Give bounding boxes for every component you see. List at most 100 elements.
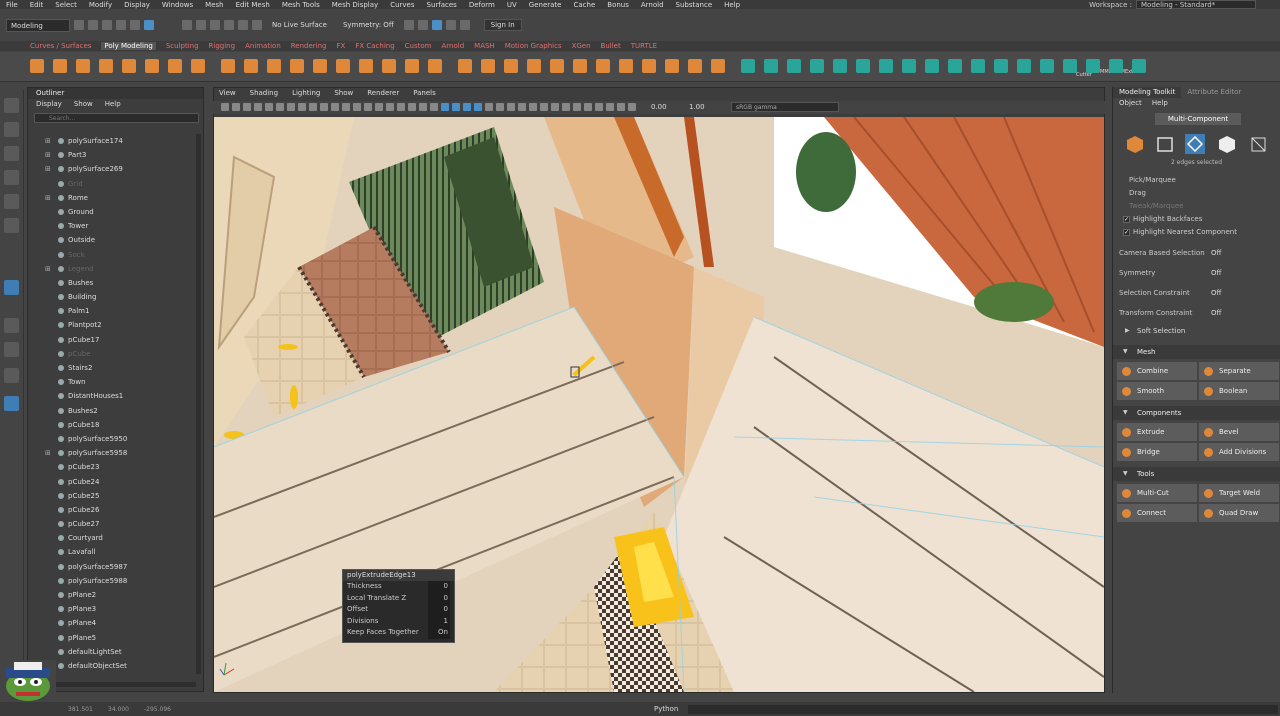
planar-icon[interactable]	[948, 59, 962, 73]
lasso-tool-icon[interactable]	[4, 122, 19, 137]
sign-in-button[interactable]: Sign In	[483, 19, 522, 31]
disc-icon[interactable]	[168, 59, 182, 73]
viewport-tool-icon[interactable]	[386, 103, 394, 111]
shelf-tab-fx-caching[interactable]: FX Caching	[355, 42, 394, 50]
viewport-menu-lighting[interactable]: Lighting	[292, 89, 320, 97]
outliner-menu-show[interactable]: Show	[74, 99, 93, 110]
platonic-icon[interactable]	[191, 59, 205, 73]
outliner-row[interactable]: Ground	[28, 205, 194, 219]
shelf-tab-turtle[interactable]: TURTLE	[631, 42, 657, 50]
option-value-dropdown[interactable]: Off	[1211, 263, 1221, 283]
quad-draw-button[interactable]: Quad Draw	[1199, 504, 1279, 522]
viewport-tool-icon[interactable]	[507, 103, 515, 111]
attr-row-keep-faces-together[interactable]: Keep Faces Together On	[343, 627, 454, 639]
viewport-tool-icon[interactable]	[562, 103, 570, 111]
outliner-row[interactable]: polySurface5987	[28, 560, 194, 574]
attr-value-field[interactable]: 1	[428, 615, 450, 627]
retopo-icon[interactable]	[596, 59, 610, 73]
viewport-tool-icon[interactable]	[551, 103, 559, 111]
viewport-tool-icon[interactable]	[408, 103, 416, 111]
viewport-tool-icon[interactable]	[463, 103, 471, 111]
uv-mode-icon[interactable]	[1249, 134, 1269, 154]
combine-button[interactable]: Combine	[1117, 362, 1197, 380]
gamma-value[interactable]: 1.00	[689, 103, 705, 111]
expand-plus-icon[interactable]: ⊞	[45, 191, 51, 205]
option-symmetry[interactable]: Symmetry Off	[1113, 263, 1280, 283]
append-icon[interactable]	[764, 59, 778, 73]
viewport-tool-icon[interactable]	[540, 103, 548, 111]
exposure-value[interactable]: 0.00	[651, 103, 667, 111]
outliner-row[interactable]: ⊞ polySurface174	[28, 134, 194, 148]
pipe-icon[interactable]	[267, 59, 281, 73]
unfold-icon[interactable]	[1086, 59, 1100, 73]
outliner-row[interactable]: pCube26	[28, 503, 194, 517]
attr-value-field[interactable]: 0	[428, 604, 450, 616]
gear-icon[interactable]	[313, 59, 327, 73]
object-mode-icon[interactable]	[1125, 134, 1145, 154]
type-icon[interactable]	[428, 59, 442, 73]
attr-row-divisions[interactable]: Divisions 1	[343, 615, 454, 627]
viewport-tool-icon[interactable]	[232, 103, 240, 111]
colorspace-dropdown[interactable]: sRGB gamma	[731, 102, 839, 112]
outliner-row[interactable]: pPlane3	[28, 602, 194, 616]
outliner-row[interactable]: Stairs2	[28, 361, 194, 375]
remesh-icon[interactable]	[573, 59, 587, 73]
mesh-section-header[interactable]: Mesh	[1113, 345, 1280, 359]
tweak-marquee-radio[interactable]: Tweak/Marquee	[1113, 200, 1280, 213]
redo-icon[interactable]	[130, 20, 140, 30]
option-value-dropdown[interactable]: Off	[1211, 243, 1221, 263]
super-shape-icon[interactable]	[359, 59, 373, 73]
cube-icon[interactable]	[53, 59, 67, 73]
svg-icon[interactable]	[382, 59, 396, 73]
outliner-row[interactable]: Tower	[28, 219, 194, 233]
rotate-tool-icon[interactable]	[4, 194, 19, 209]
viewport-tool-icon[interactable]	[584, 103, 592, 111]
shelf-tab-bullet[interactable]: Bullet	[601, 42, 621, 50]
connect-button[interactable]: Connect	[1117, 504, 1197, 522]
viewport-tool-icon[interactable]	[298, 103, 306, 111]
menu-uv[interactable]: UV	[507, 1, 517, 9]
four-view-layout-icon[interactable]	[4, 318, 19, 333]
soccer-icon[interactable]	[336, 59, 350, 73]
boolean-button[interactable]: Boolean	[1199, 382, 1279, 400]
smooth-button[interactable]: Smooth	[1117, 382, 1197, 400]
reduce-icon[interactable]	[550, 59, 564, 73]
menu-edit[interactable]: Edit	[30, 1, 44, 9]
outliner-row[interactable]: DistantHouses1	[28, 389, 194, 403]
menu-modify[interactable]: Modify	[89, 1, 112, 9]
viewport-menu-shading[interactable]: Shading	[250, 89, 278, 97]
sphere-icon[interactable]	[30, 59, 44, 73]
option-value-dropdown[interactable]: Off	[1211, 283, 1221, 303]
viewport-menu-panels[interactable]: Panels	[413, 89, 436, 97]
render-frame-icon[interactable]	[403, 20, 414, 30]
shelf-tab-rigging[interactable]: Rigging	[209, 42, 236, 50]
move-tool-icon[interactable]	[4, 170, 19, 185]
cut-uv-icon[interactable]	[1040, 59, 1054, 73]
new-scene-icon[interactable]	[74, 20, 84, 30]
pick-marquee-radio[interactable]: Pick/Marquee	[1113, 174, 1280, 187]
menu-select[interactable]: Select	[55, 1, 77, 9]
viewport-tool-icon[interactable]	[595, 103, 603, 111]
cylindrical-icon[interactable]	[971, 59, 985, 73]
menu-windows[interactable]: Windows	[162, 1, 193, 9]
quad-draw-icon[interactable]	[902, 59, 916, 73]
shelf-tab-xgen[interactable]: XGen	[572, 42, 591, 50]
drag-radio[interactable]: Drag	[1113, 187, 1280, 200]
menu-surfaces[interactable]: Surfaces	[427, 1, 457, 9]
snap-vertex-icon[interactable]	[252, 20, 262, 30]
outliner-row[interactable]: ⊞ Rome	[28, 191, 194, 205]
prism-icon[interactable]	[244, 59, 258, 73]
outliner-row[interactable]: pPlane5	[28, 631, 194, 645]
outliner-row[interactable]: Grid	[28, 177, 194, 191]
viewport-tool-icon[interactable]	[331, 103, 339, 111]
viewport-tool-icon[interactable]	[628, 103, 636, 111]
symmetrize-icon[interactable]	[1132, 59, 1146, 73]
multi-cut-button[interactable]: Multi-Cut	[1117, 484, 1197, 502]
shelf-tab-fx[interactable]: FX	[337, 42, 346, 50]
viewport-tool-icon[interactable]	[254, 103, 262, 111]
toolkit-menu-object[interactable]: Object	[1119, 98, 1142, 108]
snap-surface-icon[interactable]	[238, 20, 248, 30]
outliner-menu-help[interactable]: Help	[105, 99, 121, 110]
snap-view-icon[interactable]	[224, 20, 234, 30]
viewport-tool-icon[interactable]	[419, 103, 427, 111]
